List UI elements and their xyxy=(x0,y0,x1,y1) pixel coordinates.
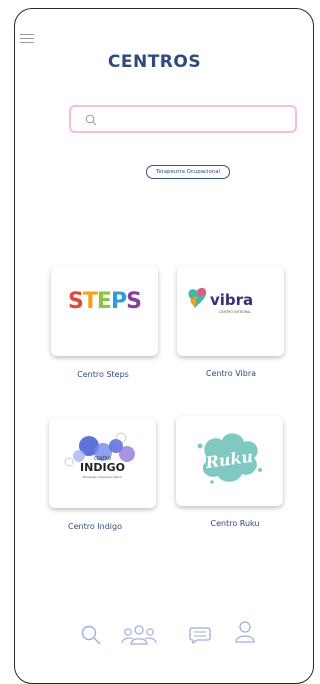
svg-text:CENTRO INTEGRAL: CENTRO INTEGRAL xyxy=(219,310,251,314)
center-name-vibra[interactable]: Centro Vibra xyxy=(176,369,286,378)
svg-text:INDIGO: INDIGO xyxy=(80,461,125,474)
svg-text:vibra: vibra xyxy=(210,291,253,309)
profile-icon[interactable] xyxy=(234,620,256,644)
center-name-ruku[interactable]: Centro Ruku xyxy=(180,519,290,528)
page-title: CENTROS xyxy=(107,52,202,72)
center-card-indigo[interactable]: CENTRO INDIGO Bienestar Integral en Salu… xyxy=(49,418,156,508)
filter-chip[interactable]: Terapeutra Ocupacional xyxy=(146,165,230,179)
steps-logo: STEPS xyxy=(68,289,142,314)
center-card-steps[interactable]: STEPS xyxy=(51,266,158,356)
search-bar[interactable] xyxy=(69,105,297,133)
center-card-vibra[interactable]: vibra CENTRO INTEGRAL xyxy=(177,266,284,356)
search-icon[interactable] xyxy=(80,624,102,646)
center-name-indigo[interactable]: Centro Indigo xyxy=(40,522,150,531)
center-name-steps[interactable]: Centro Steps xyxy=(48,370,158,379)
ruku-logo: Ruku xyxy=(197,433,262,484)
svg-text:Bienestar Integral en Salud: Bienestar Integral en Salud xyxy=(83,475,121,479)
vibra-logo: vibra CENTRO INTEGRAL xyxy=(188,287,253,314)
center-card-ruku[interactable]: Ruku xyxy=(176,416,283,506)
svg-text:STEPS: STEPS xyxy=(68,289,141,314)
menu-icon[interactable] xyxy=(20,34,34,46)
search-icon xyxy=(85,114,97,126)
indigo-logo: CENTRO INDIGO Bienestar Integral en Salu… xyxy=(64,432,135,479)
chat-icon[interactable] xyxy=(189,625,211,645)
search-input[interactable] xyxy=(105,110,289,130)
users-icon[interactable] xyxy=(121,623,157,647)
